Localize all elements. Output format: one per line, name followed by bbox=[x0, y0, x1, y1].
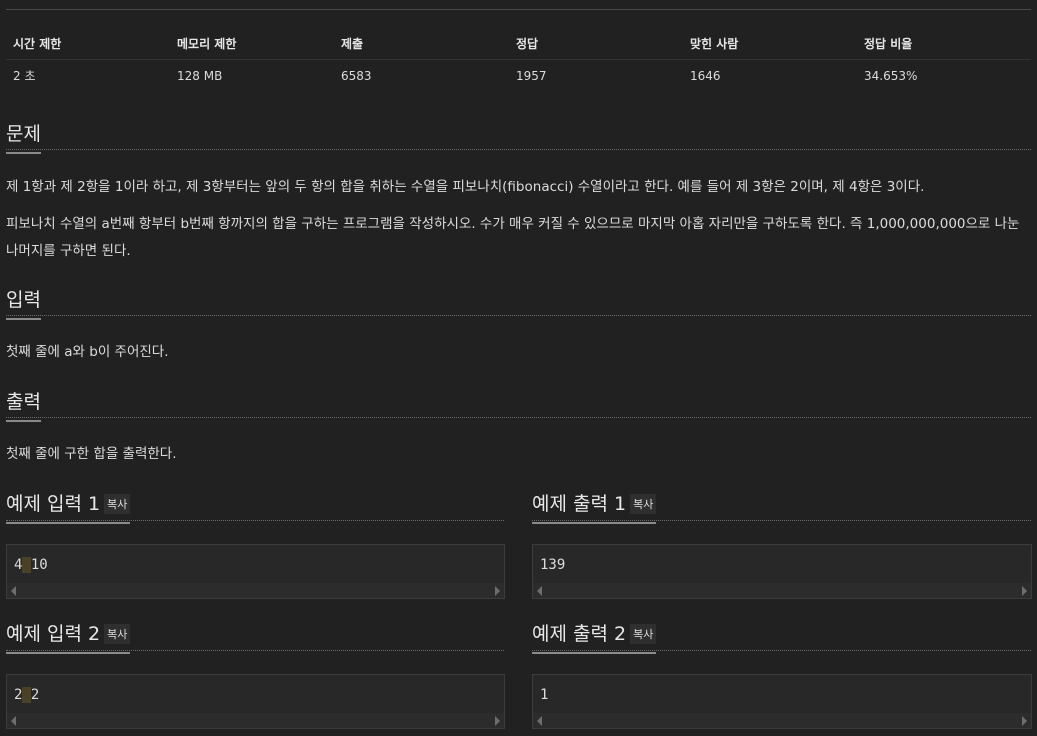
header-submissions: 제출 bbox=[334, 28, 509, 60]
sample-input-1-title: 예제 입력 1 bbox=[6, 493, 101, 515]
sample-input-1-scrollbar[interactable] bbox=[7, 583, 504, 598]
header-accepted: 정답 bbox=[509, 28, 683, 60]
sample-input-2-scrollbar[interactable] bbox=[7, 713, 504, 728]
stats-table: 시간 제한 메모리 제한 제출 정답 맞힌 사람 정답 비율 2 초 128 M… bbox=[6, 28, 1031, 91]
value-ratio: 34.653% bbox=[864, 68, 918, 83]
header-solvers: 맞힌 사람 bbox=[683, 28, 857, 60]
top-divider bbox=[6, 9, 1031, 10]
sample-output-1-code[interactable]: 139 bbox=[540, 557, 565, 573]
input-heading: 입력 bbox=[6, 285, 1031, 320]
sample-output-2-scrollbar[interactable] bbox=[533, 713, 1031, 728]
scroll-right-arrow-icon[interactable] bbox=[1022, 716, 1027, 726]
header-memory-limit: 메모리 제한 bbox=[170, 28, 334, 60]
sample-output-1-box[interactable]: 139 bbox=[532, 544, 1032, 599]
value-solvers: 1646 bbox=[690, 68, 721, 83]
sample-input-1-b: 10 bbox=[30, 557, 48, 573]
sample-input-2-b: 2 bbox=[30, 687, 40, 703]
output-heading: 출력 bbox=[6, 387, 1031, 422]
problem-page: 시간 제한 메모리 제한 제출 정답 맞힌 사람 정답 비율 2 초 128 M… bbox=[0, 0, 1037, 736]
sample-input-1-code[interactable]: 4 10 bbox=[14, 557, 48, 573]
output-title: 출력 bbox=[6, 387, 41, 422]
scroll-left-arrow-icon[interactable] bbox=[11, 586, 16, 596]
value-submissions: 6583 bbox=[341, 68, 372, 83]
sample-input-2-title: 예제 입력 2 bbox=[6, 623, 101, 645]
output-description: 첫째 줄에 구한 합을 출력한다. bbox=[6, 446, 177, 462]
input-title: 입력 bbox=[6, 285, 41, 320]
scroll-right-arrow-icon[interactable] bbox=[1022, 586, 1027, 596]
stats-value-row: 2 초 128 MB 6583 1957 1646 34.653% bbox=[6, 60, 1031, 92]
problem-paragraph-2: 피보나치 수열의 a번째 항부터 b번째 항까지의 합을 구하는 프로그램을 작… bbox=[6, 216, 1020, 259]
sample-output-2-heading: 예제 출력 2 복사 bbox=[532, 619, 1031, 654]
sample-output-1-heading: 예제 출력 1 복사 bbox=[532, 489, 1031, 524]
sample-output-2-code[interactable]: 1 bbox=[540, 687, 548, 703]
sample-input-1-heading: 예제 입력 1 복사 bbox=[6, 489, 504, 524]
sample-input-2-heading: 예제 입력 2 복사 bbox=[6, 619, 504, 654]
copy-sample-output-1-button[interactable]: 복사 bbox=[630, 494, 657, 514]
whitespace-highlight bbox=[22, 557, 31, 573]
scroll-right-arrow-icon[interactable] bbox=[495, 716, 500, 726]
sample-input-1-box[interactable]: 4 10 bbox=[6, 544, 505, 599]
sample-output-2-title: 예제 출력 2 bbox=[532, 623, 627, 645]
problem-title: 문제 bbox=[6, 119, 41, 154]
value-time-limit: 2 초 bbox=[13, 69, 36, 83]
sample-input-2-code[interactable]: 2 2 bbox=[14, 687, 39, 703]
copy-sample-input-1-button[interactable]: 복사 bbox=[104, 494, 131, 514]
scroll-left-arrow-icon[interactable] bbox=[537, 586, 542, 596]
stats-header-row: 시간 제한 메모리 제한 제출 정답 맞힌 사람 정답 비율 bbox=[6, 28, 1031, 60]
whitespace-highlight bbox=[22, 687, 31, 703]
sample-output-1-title: 예제 출력 1 bbox=[532, 493, 627, 515]
problem-heading: 문제 bbox=[6, 119, 1031, 154]
scroll-right-arrow-icon[interactable] bbox=[495, 586, 500, 596]
value-memory-limit: 128 MB bbox=[177, 68, 223, 83]
sample-output-1-scrollbar[interactable] bbox=[533, 583, 1031, 598]
value-accepted: 1957 bbox=[516, 68, 547, 83]
sample-output-2-box[interactable]: 1 bbox=[532, 674, 1032, 729]
scroll-left-arrow-icon[interactable] bbox=[11, 716, 16, 726]
input-description: 첫째 줄에 a와 b이 주어진다. bbox=[6, 344, 169, 360]
copy-sample-input-2-button[interactable]: 복사 bbox=[104, 624, 131, 644]
scroll-left-arrow-icon[interactable] bbox=[537, 716, 542, 726]
problem-paragraph-1: 제 1항과 제 2항을 1이라 하고, 제 3항부터는 앞의 두 항의 합을 취… bbox=[6, 179, 925, 195]
copy-sample-output-2-button[interactable]: 복사 bbox=[630, 624, 657, 644]
header-time-limit: 시간 제한 bbox=[6, 28, 170, 60]
header-ratio: 정답 비율 bbox=[857, 28, 1031, 60]
sample-input-2-box[interactable]: 2 2 bbox=[6, 674, 505, 729]
